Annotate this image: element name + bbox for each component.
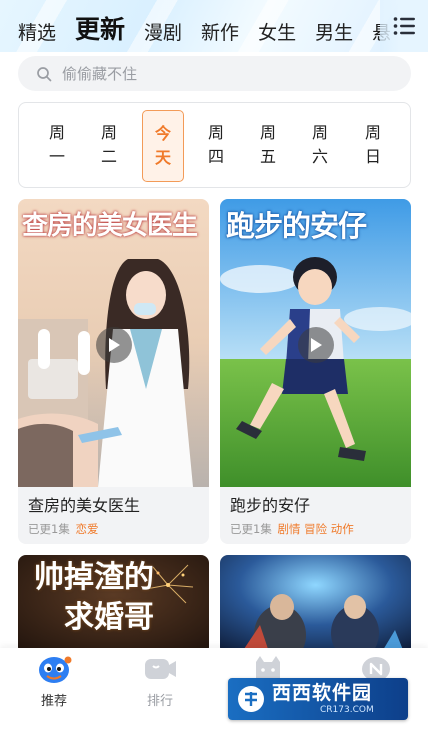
- play-button[interactable]: [298, 327, 334, 363]
- nav-recommend[interactable]: 推荐: [14, 654, 94, 718]
- site-watermark: 西西软件园 CR173.COM: [228, 678, 408, 720]
- day-label-top: 周: [311, 123, 328, 142]
- episode-count: 已更1集: [28, 522, 70, 536]
- cover-title-line2: 求婚哥: [64, 600, 154, 635]
- play-button[interactable]: [96, 327, 132, 363]
- tab-featured[interactable]: 精选: [18, 24, 56, 43]
- day-saturday[interactable]: 周 六: [300, 113, 340, 177]
- day-label-bottom: 一: [48, 147, 65, 166]
- drama-card[interactable]: 跑步的安仔 跑步的安仔 已更1集 剧情 冒险 动作: [220, 199, 411, 544]
- day-label-bottom: 五: [259, 147, 276, 166]
- day-label-bottom: 日: [364, 147, 381, 166]
- day-sunday[interactable]: 周 日: [353, 113, 393, 177]
- drama-cover[interactable]: 跑步的安仔: [220, 199, 411, 487]
- genre-tags: 剧情 冒险 动作: [277, 522, 354, 536]
- cover-title: 查房的美女医生: [22, 211, 198, 241]
- nav-ranking[interactable]: 排行: [120, 654, 200, 718]
- day-label-top: 今: [154, 124, 171, 143]
- day-label-bottom: 六: [311, 147, 328, 166]
- day-thursday[interactable]: 周 四: [196, 113, 236, 177]
- day-label-top: 周: [207, 123, 224, 142]
- drama-card[interactable]: 查房的美女医生 查房的美女医生 已更1集 恋爱: [18, 199, 209, 544]
- tab-updates[interactable]: 更新: [75, 17, 125, 43]
- nav-label: 推荐: [40, 694, 67, 709]
- card-meta: 已更1集 恋爱: [28, 521, 199, 537]
- mascot-icon: [39, 656, 72, 683]
- search-placeholder: 偷偷藏不住: [62, 65, 138, 83]
- drama-card[interactable]: [220, 555, 411, 655]
- day-label-top: 周: [48, 123, 65, 142]
- day-label-bottom: 二: [100, 147, 117, 166]
- watermark-text: 西西软件园 CR173.COM: [272, 681, 374, 715]
- app-root: 精选 更新 漫剧 新作 女生 男生 悬 偷偷藏不住 周 一 周: [0, 0, 428, 730]
- drama-card[interactable]: 帅掉渣的 求婚哥: [18, 555, 209, 655]
- cover-illustration-fantasy: [220, 555, 411, 655]
- day-friday[interactable]: 周 五: [248, 113, 288, 177]
- day-today[interactable]: 今 天: [142, 110, 184, 182]
- video-rank-icon: [145, 659, 176, 679]
- episode-count: 已更1集: [230, 522, 272, 536]
- category-tabs: 精选 更新 漫剧 新作 女生 男生 悬: [0, 0, 390, 52]
- card-title: 查房的美女医生: [28, 496, 141, 515]
- drama-cover[interactable]: 帅掉渣的 求婚哥: [18, 555, 209, 655]
- card-title: 跑步的安仔: [230, 496, 311, 515]
- watermark-logo-icon: [238, 686, 264, 712]
- day-label-top: 周: [259, 123, 276, 142]
- drama-cover[interactable]: 查房的美女医生: [18, 199, 209, 487]
- play-icon: [109, 338, 120, 352]
- day-label-top: 周: [100, 123, 117, 142]
- tab-comic-drama[interactable]: 漫剧: [144, 24, 182, 43]
- weekday-selector: 周 一 周 二 今 天 周 四 周 五 周 六 周 日: [18, 102, 411, 188]
- watermark-brand: 西西软件园: [272, 681, 373, 704]
- nav-label: 排行: [146, 694, 173, 709]
- cover-title: 跑步的安仔: [226, 209, 367, 243]
- day-monday[interactable]: 周 一: [37, 113, 77, 177]
- day-label-bottom: 四: [207, 147, 224, 166]
- card-info: 跑步的安仔 已更1集 剧情 冒险 动作: [220, 487, 411, 544]
- day-label-top: 周: [364, 123, 381, 142]
- search-icon: [37, 66, 52, 81]
- menu-button[interactable]: [380, 0, 428, 52]
- cover-title-line1: 帅掉渣的: [34, 560, 154, 595]
- card-meta: 已更1集 剧情 冒险 动作: [230, 521, 401, 537]
- search-bar[interactable]: 偷偷藏不住: [18, 56, 411, 91]
- play-icon: [311, 338, 322, 352]
- drama-cover[interactable]: [220, 555, 411, 655]
- watermark-url: CR173.COM: [320, 704, 374, 715]
- tab-new-works[interactable]: 新作: [201, 24, 239, 43]
- tab-male[interactable]: 男生: [315, 24, 353, 43]
- tab-female[interactable]: 女生: [258, 24, 296, 43]
- day-tuesday[interactable]: 周 二: [89, 113, 129, 177]
- card-info: 查房的美女医生 已更1集 恋爱: [18, 487, 209, 544]
- list-menu-icon: [393, 17, 415, 35]
- day-label-bottom: 天: [154, 148, 171, 167]
- genre-tags: 恋爱: [75, 522, 99, 536]
